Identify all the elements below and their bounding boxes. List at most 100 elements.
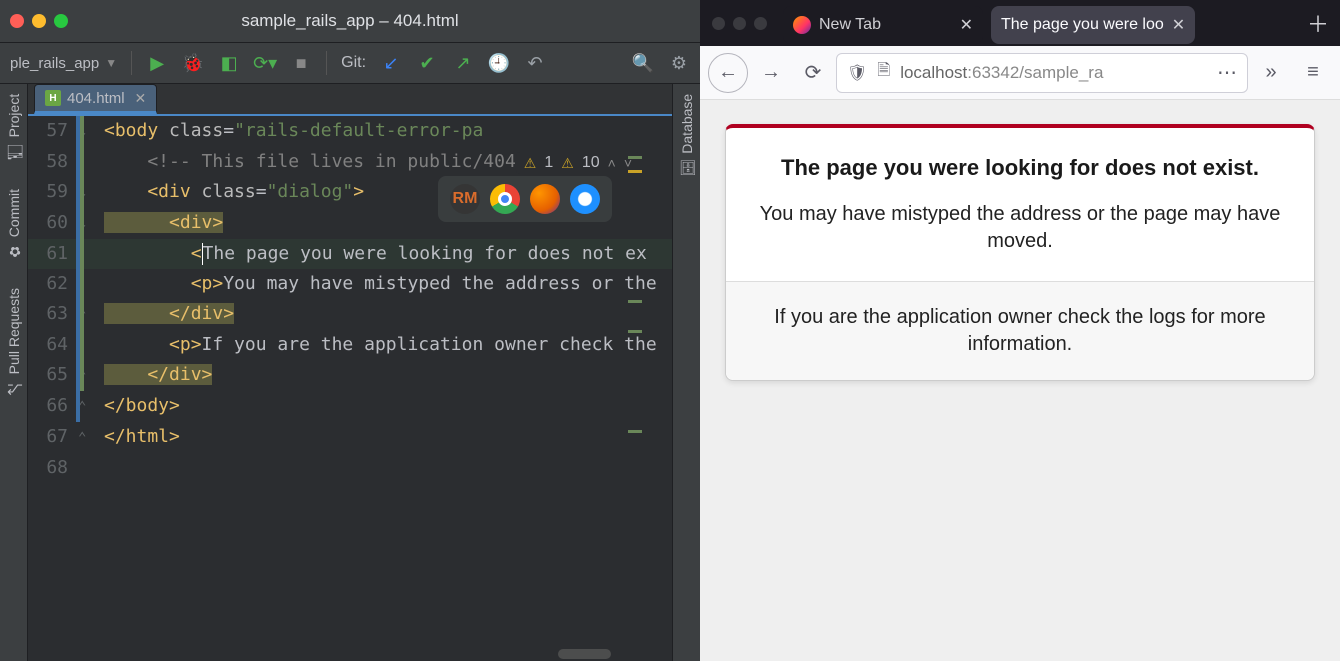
git-pull-button[interactable]: ↙ <box>380 52 402 74</box>
url-port: :63342 <box>967 63 1019 82</box>
line-number: 58 <box>28 147 76 177</box>
git-commit-button[interactable]: ✔ <box>416 52 438 74</box>
browser-window-controls <box>700 17 779 30</box>
reload-button[interactable]: ⟳ <box>794 54 832 92</box>
ide-toolbar: ple_rails_app ▼ ▶ 🐞 ◧ ⟳▾ ■ Git: ↙ ✔ ↗ 🕘 … <box>0 42 700 84</box>
chrome-preview-icon[interactable] <box>490 184 520 214</box>
error-subtext: You may have mistyped the address or the… <box>756 201 1284 255</box>
line-number: 65 <box>28 360 76 391</box>
warning-count: 10 <box>582 154 600 172</box>
fold-icon[interactable]: ⌃ <box>78 430 86 446</box>
commit-tool-label: Commit <box>6 189 22 237</box>
git-push-button[interactable]: ↗ <box>452 52 474 74</box>
hamburger-menu-button[interactable]: ≡ <box>1294 54 1332 92</box>
scrollbar-thumb[interactable] <box>558 649 611 659</box>
browser-preview-popup: RM <box>438 176 612 222</box>
firefox-preview-icon[interactable] <box>530 184 560 214</box>
project-tool-label: Project <box>6 94 22 138</box>
horizontal-scrollbar[interactable] <box>104 649 638 659</box>
editor-area: H 404.html ✕ 57 ⌄ <body class="rails-def… <box>28 84 672 661</box>
line-number: 59 <box>28 177 76 208</box>
error-stripe[interactable] <box>628 150 642 661</box>
code-token: < <box>104 243 202 264</box>
browser-tab-label: The page you were loo <box>1001 16 1164 34</box>
code-token: = <box>223 120 234 141</box>
code-token: <body <box>104 120 169 141</box>
code-editor[interactable]: 57 ⌄ <body class="rails-default-error-pa… <box>28 116 672 661</box>
editor-tabs: H 404.html ✕ <box>28 84 672 116</box>
code-token: <div <box>104 181 202 202</box>
rubymine-preview-icon[interactable]: RM <box>450 184 480 214</box>
shield-icon[interactable]: 🛡 <box>847 63 867 83</box>
search-button[interactable]: 🔍 <box>632 52 654 74</box>
chevron-down-icon: ▼ <box>105 56 117 70</box>
error-heading: The page you were looking for does not e… <box>756 154 1284 183</box>
pull-requests-tool-button[interactable]: ⎇Pull Requests <box>6 284 22 400</box>
line-number: 61 <box>28 239 76 269</box>
warning-count: 1 <box>544 154 553 172</box>
commit-icon: ✿ <box>6 244 22 260</box>
coverage-button[interactable]: ◧ <box>218 52 240 74</box>
code-token: <p> <box>104 334 202 355</box>
browser-tab[interactable]: The page you were loo ✕ <box>991 6 1195 44</box>
ide-window: sample_rails_app – 404.html ple_rails_ap… <box>0 0 700 661</box>
file-tab-label: 404.html <box>67 90 125 107</box>
workspace: sample_rails_app – 404.html ple_rails_ap… <box>0 0 1340 661</box>
code-token: You may have mistyped the address or the <box>223 273 656 294</box>
close-window-button[interactable] <box>712 17 725 30</box>
run-config-selector[interactable]: ple_rails_app ▼ <box>10 55 117 72</box>
browser-tab-label: New Tab <box>819 16 881 34</box>
url-bar[interactable]: 🛡 🗎 localhost:63342/sample_ra ⋯ <box>836 53 1248 93</box>
url-host: localhost <box>900 63 967 82</box>
database-tool-label: Database <box>679 94 695 154</box>
browser-tab[interactable]: New Tab ✕ <box>783 6 983 44</box>
back-button[interactable]: ← <box>708 53 748 93</box>
new-tab-button[interactable]: ＋ <box>1302 7 1334 39</box>
file-tab[interactable]: H 404.html ✕ <box>34 84 157 114</box>
database-icon: 🗄 <box>679 160 695 178</box>
undo-button[interactable]: ↶ <box>524 52 546 74</box>
firefox-favicon-icon <box>793 16 811 34</box>
code-token: <p> <box>104 273 223 294</box>
page-info-icon[interactable]: 🗎 <box>877 59 890 86</box>
code-token: The page you were looking for does not e… <box>203 243 647 264</box>
folder-icon: 🗂 <box>6 144 22 162</box>
stop-button[interactable]: ■ <box>290 52 312 74</box>
project-tool-button[interactable]: 🗂 Project <box>6 90 22 165</box>
warning-icon: ⚠ <box>524 155 537 172</box>
toolbar-separator <box>131 51 132 75</box>
code-token: If you are the application owner check t… <box>202 334 657 355</box>
commit-tool-button[interactable]: ✿ Commit <box>6 185 22 263</box>
inspections-widget[interactable]: ⚠1 ⚠10 ˄ ˅ <box>516 152 640 174</box>
line-number: 62 <box>28 269 76 299</box>
code-token: </html> <box>104 426 180 447</box>
database-tool-button[interactable]: 🗄 Database <box>679 90 695 182</box>
code-token: </div> <box>104 303 234 324</box>
forward-button[interactable]: → <box>752 54 790 92</box>
chevron-up-icon[interactable]: ˄ <box>608 155 616 171</box>
debug-button[interactable]: 🐞 <box>182 52 204 74</box>
line-number: 63 <box>28 299 76 330</box>
history-button[interactable]: 🕘 <box>488 52 510 74</box>
safari-preview-icon[interactable] <box>570 184 600 214</box>
page-actions-icon[interactable]: ⋯ <box>1217 60 1237 85</box>
browser-tab-strip: New Tab ✕ The page you were loo ✕ ＋ <box>700 0 1340 46</box>
rerun-button[interactable]: ⟳▾ <box>254 52 276 74</box>
tool-strip-left: 🗂 Project ✿ Commit ⎇Pull Requests <box>0 84 28 661</box>
error-dialog: The page you were looking for does not e… <box>725 124 1315 381</box>
run-button[interactable]: ▶ <box>146 52 168 74</box>
overflow-button[interactable]: » <box>1252 54 1290 92</box>
git-label: Git: <box>341 54 366 72</box>
close-tab-button[interactable]: ✕ <box>1172 15 1185 35</box>
code-token: class <box>202 181 256 202</box>
line-number: 68 <box>28 453 76 483</box>
minimize-window-button[interactable] <box>733 17 746 30</box>
error-owner-hint: If you are the application owner check t… <box>754 304 1286 358</box>
browser-viewport[interactable]: The page you were looking for does not e… <box>700 100 1340 661</box>
pull-request-icon: ⎇ <box>6 380 22 396</box>
close-tab-button[interactable]: ✕ <box>135 90 147 107</box>
close-tab-button[interactable]: ✕ <box>960 15 973 35</box>
settings-button[interactable]: ⚙ <box>668 52 690 74</box>
zoom-window-button[interactable] <box>754 17 767 30</box>
browser-window: New Tab ✕ The page you were loo ✕ ＋ ← → … <box>700 0 1340 661</box>
